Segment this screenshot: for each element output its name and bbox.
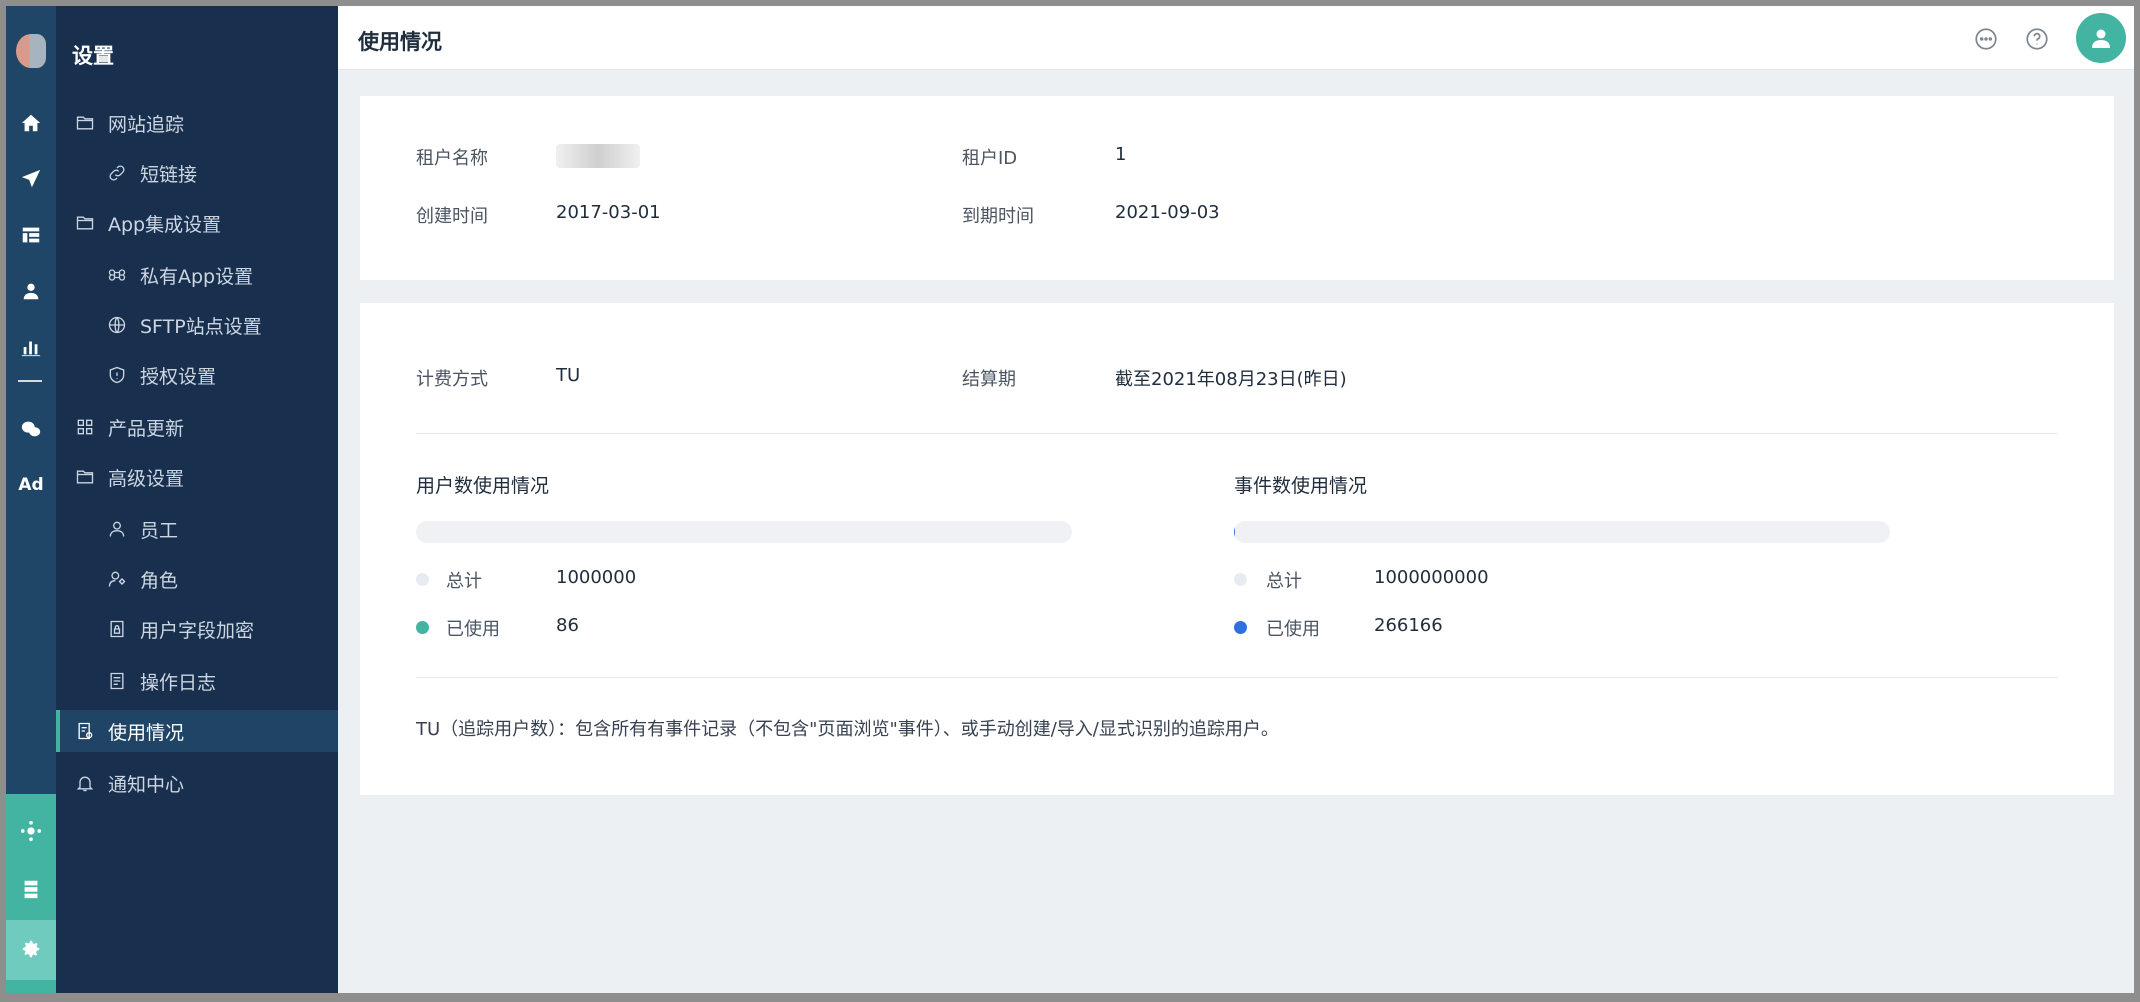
sidebar-item-label: App集成设置: [108, 213, 222, 236]
tenant-id-label: 租户ID: [962, 148, 1018, 169]
sidebar-item-operation-log[interactable]: 操作日志: [56, 660, 338, 702]
billing-method-value: TU: [556, 365, 581, 386]
sidebar-item-label: 员工: [140, 519, 179, 542]
command-icon: [106, 264, 128, 286]
sidebar-item-roles[interactable]: 角色: [56, 558, 338, 600]
gear-icon[interactable]: [6, 926, 56, 972]
sidebar-item-authorization[interactable]: 授权设置: [56, 354, 338, 396]
wechat-icon[interactable]: [6, 406, 56, 452]
sidebar-item-product-updates[interactable]: 产品更新: [56, 406, 338, 448]
billing-period-value: 截至2021年08月23日(昨日): [1115, 369, 1347, 390]
created-time-label: 创建时间: [416, 206, 488, 227]
sidebar-item-label: 网站追踪: [108, 113, 185, 136]
sidebar-item-label: 私有App设置: [140, 265, 254, 288]
event-usage-bar: [1234, 521, 1890, 543]
used-dot: [416, 621, 429, 634]
user-icon[interactable]: [6, 268, 56, 314]
network-icon[interactable]: [6, 808, 56, 854]
rail-divider: [18, 380, 42, 382]
folder-icon: [74, 112, 96, 134]
event-total-value: 1000000000: [1374, 567, 1489, 588]
settings-sidebar: 设置 网站追踪 短链接 App集成设置 私有App设置 SFTP站点设置 授权设…: [56, 6, 338, 993]
divider: [416, 677, 2058, 678]
sidebar-item-label: 操作日志: [140, 671, 217, 694]
sidebar-item-app-integration[interactable]: App集成设置: [56, 202, 338, 244]
sidebar-item-usage[interactable]: 使用情况: [56, 710, 338, 752]
shield-icon: [106, 364, 128, 386]
ad-icon[interactable]: Ad: [6, 462, 56, 508]
folder-icon: [74, 212, 96, 234]
send-icon[interactable]: [6, 156, 56, 202]
tenant-name-value-redacted: [556, 144, 640, 168]
app-logo[interactable]: [16, 34, 46, 68]
sidebar-item-label: SFTP站点设置: [140, 315, 262, 338]
sidebar-item-notifications[interactable]: 通知中心: [56, 762, 338, 804]
sidebar-item-label: 角色: [140, 569, 179, 592]
folder-icon: [74, 466, 96, 488]
app-window: Ad 设置 网站追踪 短链接 App集成设置 私有App设置 SFTP站点设置 …: [6, 6, 2134, 993]
sidebar-item-label: 使用情况: [108, 721, 185, 744]
help-icon[interactable]: [2024, 26, 2050, 52]
user-total-label: 总计: [446, 571, 482, 592]
icon-rail: Ad: [6, 6, 56, 993]
encrypt-doc-icon: [106, 618, 128, 640]
billing-period-label: 结算期: [962, 369, 1016, 390]
rail-bottom-group: [6, 794, 56, 993]
avatar[interactable]: [2076, 13, 2126, 63]
user-total-value: 1000000: [556, 567, 637, 588]
expire-time-label: 到期时间: [962, 206, 1034, 227]
sidebar-item-advanced-settings[interactable]: 高级设置: [56, 456, 338, 498]
table-icon[interactable]: [6, 212, 56, 258]
sidebar-item-field-encryption[interactable]: 用户字段加密: [56, 608, 338, 650]
top-header: 使用情况: [338, 6, 2134, 70]
tu-definition-note: TU（追踪用户数）：包含所有有事件记录（不包含"页面浏览"事件）、或手动创建/导…: [416, 719, 1279, 740]
event-total-label: 总计: [1266, 571, 1302, 592]
sidebar-item-staff[interactable]: 员工: [56, 508, 338, 550]
user-used-label: 已使用: [446, 619, 500, 640]
tenant-info-card: 租户名称 租户ID 1 创建时间 2017-03-01 到期时间 2021-09…: [360, 96, 2114, 280]
sidebar-item-website-tracking[interactable]: 网站追踪: [56, 102, 338, 144]
sidebar-item-short-link[interactable]: 短链接: [56, 152, 338, 194]
sidebar-title: 设置: [72, 44, 114, 68]
person-role-icon: [106, 568, 128, 590]
event-usage-title: 事件数使用情况: [1234, 475, 1368, 497]
bar-chart-icon[interactable]: [6, 324, 56, 370]
expire-time-value: 2021-09-03: [1115, 202, 1220, 223]
user-usage-title: 用户数使用情况: [416, 475, 550, 497]
link-icon: [106, 162, 128, 184]
sidebar-item-sftp[interactable]: SFTP站点设置: [56, 304, 338, 346]
divider: [416, 433, 2058, 434]
bell-icon: [74, 772, 96, 794]
tenant-id-value: 1: [1115, 144, 1127, 165]
server-icon[interactable]: [6, 866, 56, 912]
tenant-name-label: 租户名称: [416, 148, 488, 169]
total-dot: [416, 573, 429, 586]
usage-card: 计费方式 TU 结算期 截至2021年08月23日(昨日) 用户数使用情况 总计…: [360, 303, 2114, 795]
sidebar-item-private-app[interactable]: 私有App设置: [56, 254, 338, 296]
total-dot: [1234, 573, 1247, 586]
sidebar-item-label: 短链接: [140, 163, 198, 186]
home-icon[interactable]: [6, 100, 56, 146]
used-dot: [1234, 621, 1247, 634]
sidebar-item-label: 高级设置: [108, 467, 185, 490]
user-usage-bar: [416, 521, 1072, 543]
sidebar-item-label: 授权设置: [140, 365, 217, 388]
person-icon: [106, 518, 128, 540]
user-used-value: 86: [556, 615, 579, 636]
grid-icon: [74, 416, 96, 438]
sidebar-item-label: 产品更新: [108, 417, 185, 440]
event-used-value: 266166: [1374, 615, 1443, 636]
chat-icon[interactable]: [1973, 26, 1999, 52]
page-title: 使用情况: [358, 30, 442, 54]
created-time-value: 2017-03-01: [556, 202, 661, 223]
log-icon: [106, 670, 128, 692]
sidebar-item-label: 通知中心: [108, 773, 185, 796]
usage-doc-icon: [74, 720, 96, 742]
sidebar-item-label: 用户字段加密: [140, 619, 255, 642]
event-used-label: 已使用: [1266, 619, 1320, 640]
globe-icon: [106, 314, 128, 336]
billing-method-label: 计费方式: [416, 369, 488, 390]
